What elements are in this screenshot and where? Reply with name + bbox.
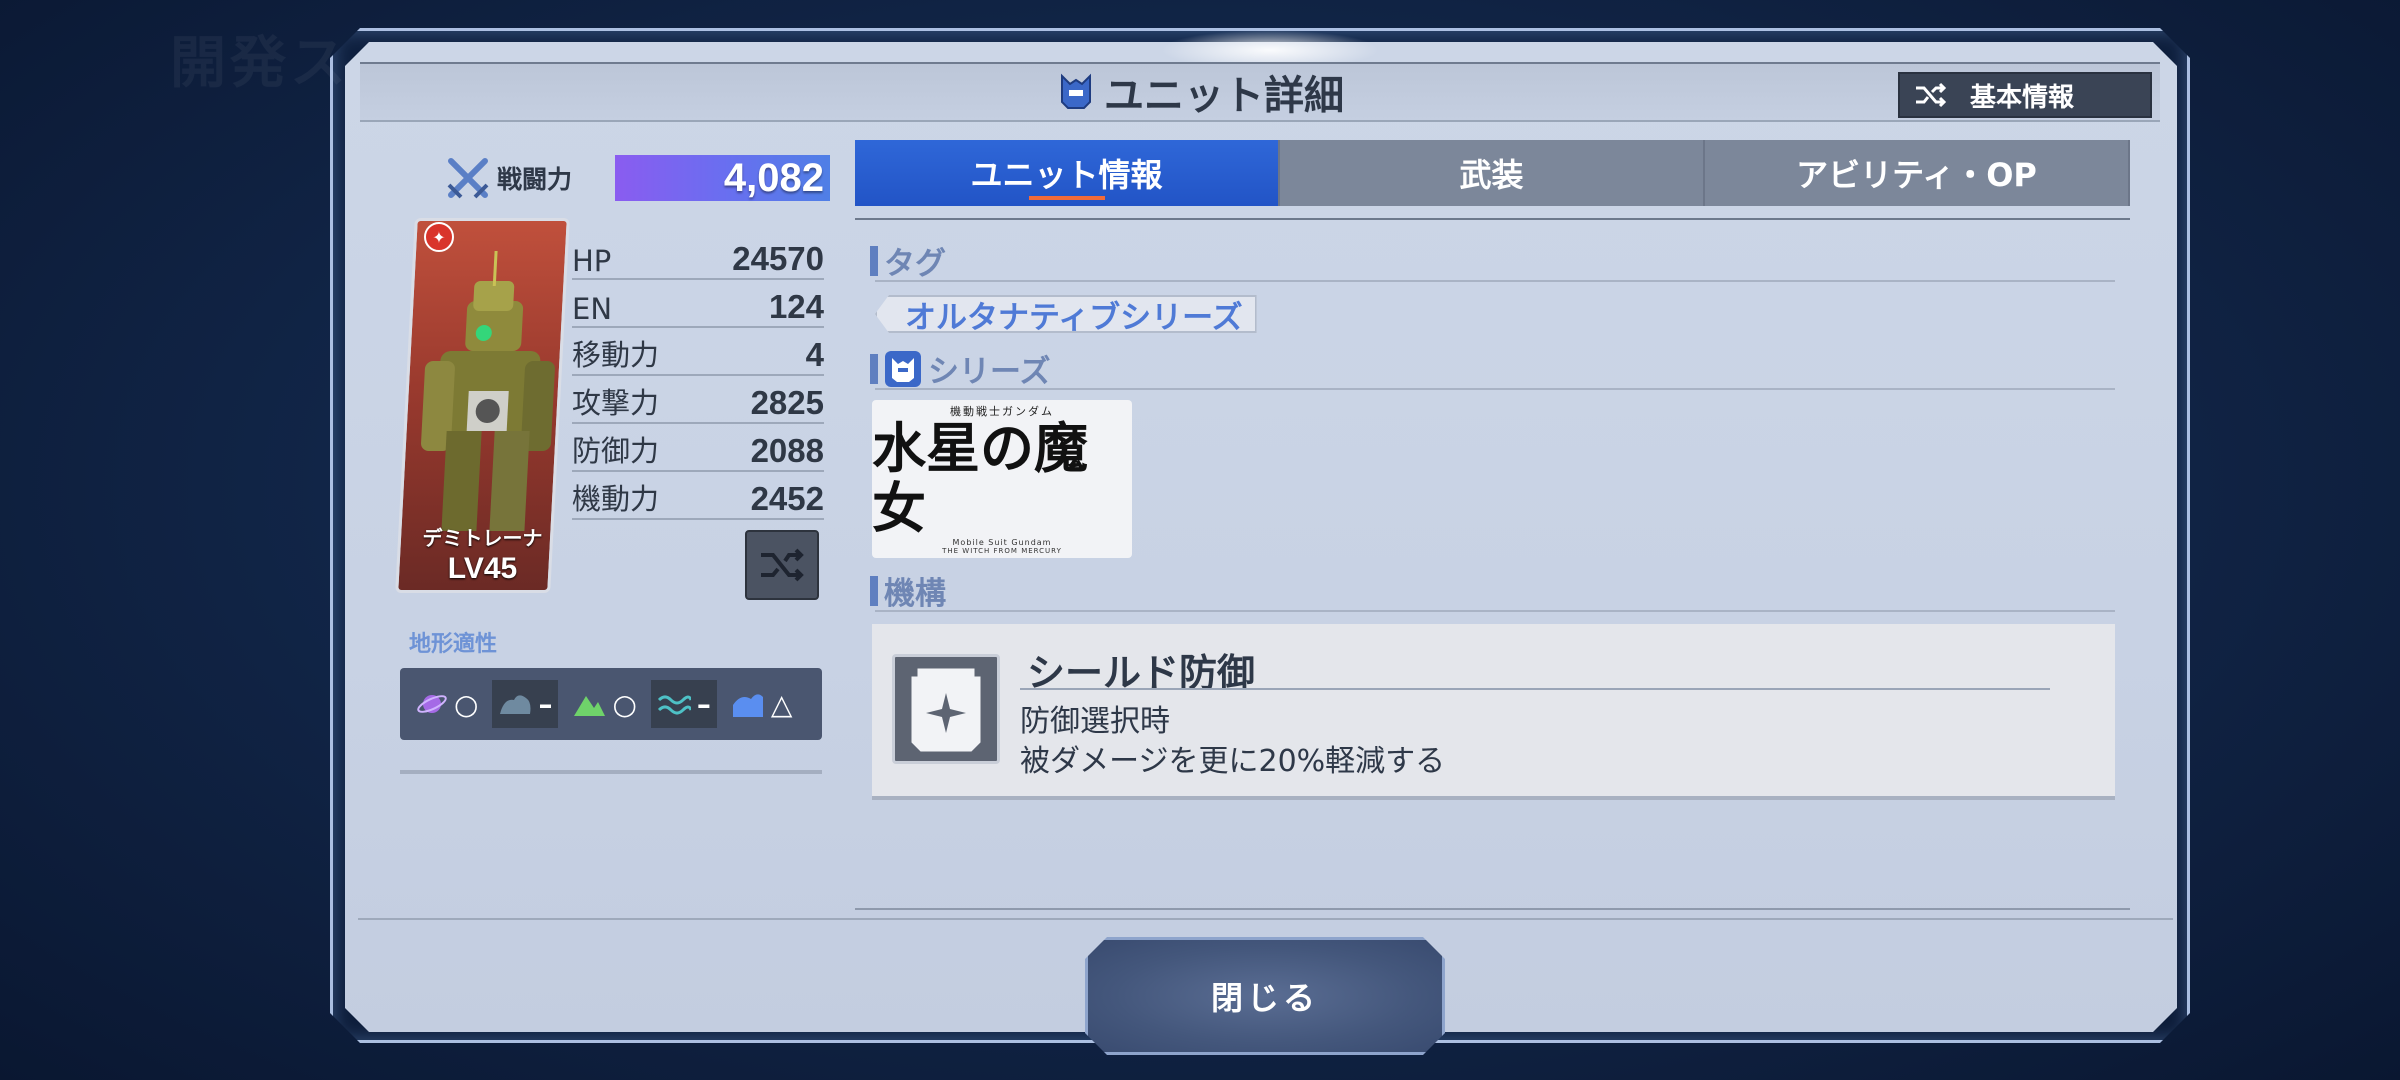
logo-sub2-text: THE WITCH FROM MERCURY [942,546,1062,555]
terrain-rating: ○ [612,687,637,721]
mechanism-description-2: 被ダメージを更に20%軽減する [1020,744,1446,779]
stat-value: 124 [768,288,824,325]
shuffle-icon [1916,82,1947,108]
stat-label: 機動力 [572,482,660,516]
terrain-rating: △ [770,687,793,721]
section-marker [870,245,878,276]
stat-row-movement: 移動力 4 [572,328,824,376]
crossed-swords-icon [447,158,489,199]
divider [855,908,2130,910]
stats-table: HP 24570 EN 124 移動力 4 攻撃力 2825 防御力 2088 … [572,232,824,520]
terrain-ground: ○ [566,680,642,728]
dialog-title: ユニット詳細 [1104,73,1344,119]
tab-bar: ユニット情報 武装 アビリティ・OP [855,140,2130,206]
terrain-adaptability: ○ – ○ – △ [400,668,822,740]
unit-head-icon [1061,73,1091,109]
divider [875,388,2115,390]
divider [358,918,2173,920]
series-logo[interactable]: 機動戦士ガンダム 水星の魔女 Mobile Suit Gundam THE WI… [872,400,1132,558]
close-button[interactable]: 閉じる [1085,937,1445,1055]
mechanism-heading: 機構 [884,576,946,612]
combat-power-label: 戦闘力 [497,165,573,194]
shield-icon [892,654,1000,764]
terrain-space: ○ [410,680,484,728]
unit-level: LV45 [447,552,518,585]
terrain-air: – [492,680,559,728]
unit-name: デミトレーナ [422,526,543,550]
terrain-underwater: △ [725,680,799,728]
tab-unit-info[interactable]: ユニット情報 [855,140,1280,206]
basic-info-button[interactable]: 基本情報 [1898,72,2152,118]
unit-rarity-badge: ✦ [424,222,454,252]
switch-unit-button[interactable] [745,530,819,600]
series-heading: シリーズ [928,354,1051,390]
stat-value: 2452 [750,480,824,517]
mechanism-section-heading: 機構 [870,568,946,613]
logo-main-text: 水星の魔女 [872,416,1088,540]
series-section-heading: シリーズ [870,346,1050,391]
underwater-icon [732,694,763,717]
series-icon [885,350,921,387]
divider [875,610,2115,612]
stat-value: 2825 [750,384,824,421]
terrain-rating: ○ [454,687,479,721]
unit-robot-image [421,251,555,531]
water-icon [657,695,691,715]
air-icon [500,695,531,714]
space-icon [417,695,447,713]
logo-sub-text: Mobile Suit Gundam [952,537,1052,547]
basic-info-label: 基本情報 [1970,82,2075,113]
terrain-label: 地形適性 [409,632,498,657]
stat-row-defense: 防御力 2088 [572,424,824,472]
stat-value: 4 [805,336,824,373]
stat-label: HP [572,244,612,278]
tab-armament[interactable]: 武装 [1280,140,1705,206]
stat-value: 2088 [750,432,824,469]
terrain-water: – [650,680,717,728]
tag-section-heading: タグ [870,238,946,283]
section-marker [870,353,878,384]
ground-icon [574,696,606,716]
stat-row-en: EN 124 [572,280,824,328]
stat-row-hp: HP 24570 [572,232,824,280]
section-marker [870,575,878,606]
tag-heading: タグ [884,246,946,282]
stat-label: 攻撃力 [572,386,660,420]
stat-label: EN [572,292,613,326]
combat-power-label-row: 戦闘力 [445,150,572,206]
divider [875,280,2115,282]
terrain-rating: – [696,687,711,721]
stat-label: 移動力 [572,338,660,372]
combat-power-value: 4,082 [615,155,830,201]
terrain-rating: – [538,687,553,721]
mechanism-card[interactable]: シールド防御 防御選択時 被ダメージを更に20%軽減する [872,624,2115,800]
shuffle-icon [761,548,804,582]
divider [855,218,2130,220]
mechanism-description-1: 防御選択時 [1020,704,1170,739]
tab-ability-op[interactable]: アビリティ・OP [1705,140,2130,206]
stat-value: 24570 [732,240,824,277]
stat-row-mobility: 機動力 2452 [572,472,824,520]
divider [400,770,822,774]
stat-row-attack: 攻撃力 2825 [572,376,824,424]
stat-label: 防御力 [572,434,660,468]
divider [1020,688,2050,690]
tag-chip: オルタナティブシリーズ [875,295,1257,333]
